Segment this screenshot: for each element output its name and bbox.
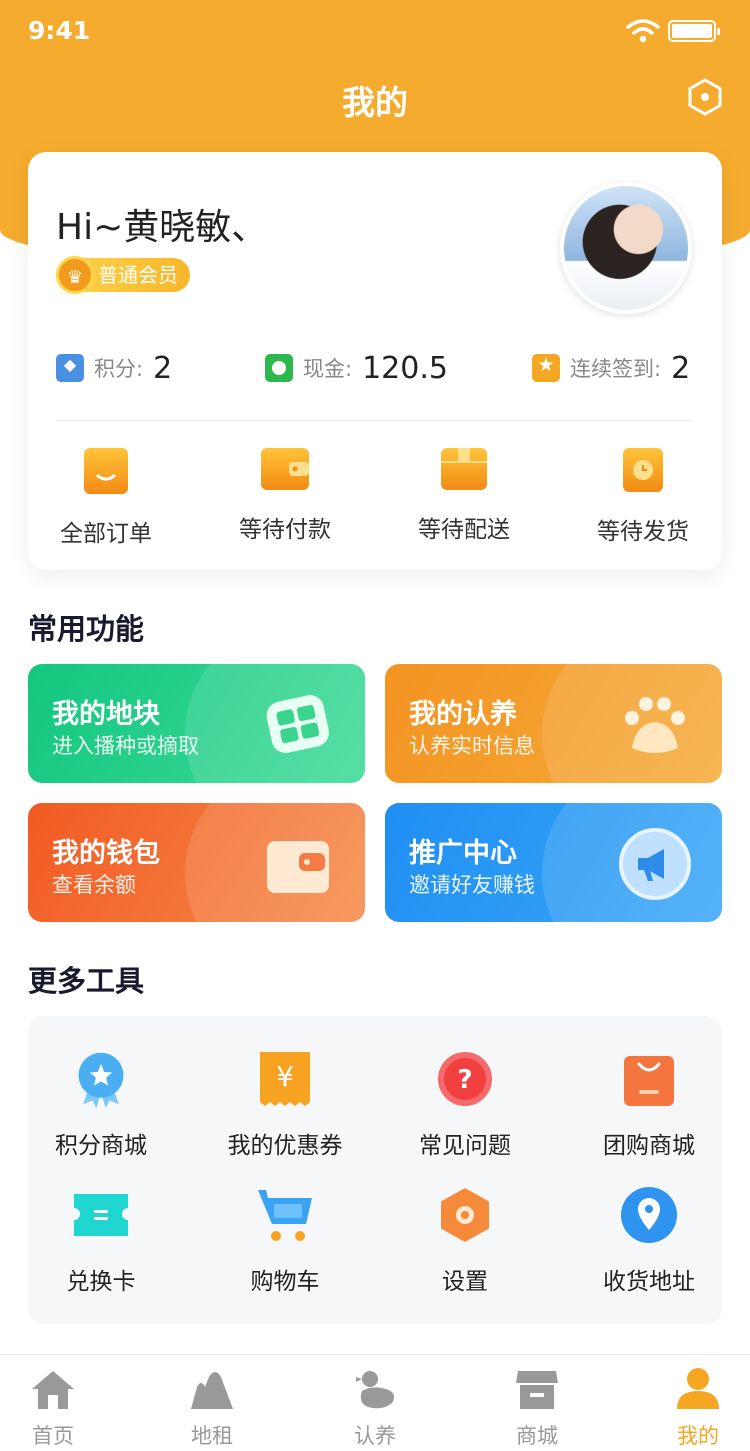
member-level-label: 普通会员	[98, 263, 178, 287]
svg-text:¥: ¥	[276, 1060, 294, 1093]
plot-grid-icon	[266, 695, 329, 753]
home-icon	[32, 1371, 74, 1409]
tool-label: 收货地址	[603, 1269, 695, 1295]
shopping-bag-icon	[624, 1056, 674, 1106]
card-my-plot[interactable]: 我的地块 进入播种或摘取	[28, 664, 365, 783]
stat-value: 120.5	[362, 350, 448, 386]
paw-icon	[625, 697, 685, 753]
order-label: 全部订单	[60, 521, 152, 547]
tab-adoption[interactable]: 认养	[300, 1367, 450, 1450]
stat-value: 2	[671, 350, 691, 386]
section-title-common: 常用功能	[28, 612, 145, 646]
star-icon	[532, 354, 560, 382]
avatar[interactable]	[560, 182, 692, 314]
order-pending-delivery[interactable]: 等待配送	[394, 448, 534, 544]
chicken-icon	[356, 1371, 394, 1409]
card-promotion-center[interactable]: 推广中心 邀请好友赚钱	[385, 803, 722, 922]
wallet-icon	[267, 841, 329, 893]
card-subtitle: 查看余额	[52, 873, 136, 897]
box-icon	[441, 448, 487, 490]
bag-icon	[84, 448, 128, 494]
tool-address[interactable]: 收货地址	[564, 1186, 734, 1296]
card-subtitle: 进入播种或摘取	[52, 734, 199, 758]
crown-icon	[56, 256, 94, 295]
location-icon	[621, 1187, 677, 1243]
order-pending-shipment[interactable]: 等待发货	[573, 448, 713, 546]
card-title: 推广中心	[409, 838, 517, 869]
order-label: 等待付款	[239, 517, 331, 543]
tab-label: 地租	[191, 1424, 233, 1448]
tool-coupons[interactable]: ¥ 我的优惠券	[200, 1050, 370, 1160]
tool-points-mall[interactable]: 积分商城	[16, 1050, 186, 1160]
tab-label: 商城	[516, 1424, 558, 1448]
tab-store[interactable]: 商城	[462, 1367, 612, 1450]
svg-text:?: ?	[457, 1065, 472, 1095]
page-title: 我的	[342, 83, 408, 122]
store-icon	[516, 1371, 558, 1409]
card-title: 我的钱包	[52, 838, 160, 869]
member-badge[interactable]: 普通会员	[56, 256, 190, 295]
coupon-icon: ¥	[260, 1052, 310, 1106]
stat-label: 连续签到:	[570, 357, 662, 381]
stat-cash[interactable]: 现金: 120.5	[265, 348, 448, 388]
tool-label: 积分商城	[55, 1133, 147, 1159]
order-label: 等待配送	[418, 517, 510, 543]
tool-group-buy[interactable]: 团购商城	[564, 1050, 734, 1160]
tab-bar: 首页 地租 认养 商城 我的	[0, 1354, 750, 1451]
clock-icon	[623, 448, 663, 492]
tool-label: 常见问题	[419, 1133, 511, 1159]
user-icon	[677, 1368, 719, 1409]
stat-points[interactable]: 积分: 2	[56, 348, 172, 388]
card-title: 我的地块	[52, 699, 160, 730]
greeting-text: Hi~黄晓敏、	[56, 207, 268, 248]
stat-label: 现金:	[303, 357, 353, 381]
medal-icon	[78, 1052, 124, 1108]
land-icon	[191, 1372, 233, 1409]
wifi-icon	[626, 19, 660, 43]
tab-label: 认养	[354, 1424, 396, 1448]
card-my-wallet[interactable]: 我的钱包 查看余额	[28, 803, 365, 922]
question-icon: ?	[438, 1052, 492, 1106]
profile-card: Hi~黄晓敏、 普通会员 积分: 2 现金: 120.5 连续签到: 2 全部订…	[28, 152, 722, 570]
tool-label: 兑换卡	[66, 1269, 136, 1295]
cash-icon	[265, 354, 293, 382]
tool-label: 设置	[442, 1269, 488, 1295]
card-my-adoption[interactable]: 我的认养 认养实时信息	[385, 664, 722, 783]
card-subtitle: 认养实时信息	[409, 734, 535, 758]
settings-hex-icon[interactable]	[686, 78, 724, 116]
status-bar: 9:41	[0, 0, 750, 62]
card-title: 我的认养	[409, 699, 517, 730]
order-pending-payment[interactable]: 等待付款	[215, 448, 355, 544]
tool-label: 团购商城	[603, 1133, 695, 1159]
diamond-icon	[56, 354, 84, 382]
tool-settings[interactable]: 设置	[380, 1186, 550, 1296]
tool-label: 我的优惠券	[227, 1133, 343, 1159]
tab-land[interactable]: 地租	[137, 1367, 287, 1450]
tool-cart[interactable]: 购物车	[200, 1186, 370, 1296]
tab-label: 我的	[677, 1424, 719, 1448]
tool-exchange-card[interactable]: 兑换卡	[16, 1186, 186, 1296]
tab-home[interactable]: 首页	[0, 1367, 128, 1450]
ticket-icon	[74, 1194, 128, 1236]
stat-value: 2	[153, 350, 173, 386]
cart-icon	[258, 1190, 312, 1241]
divider	[56, 420, 692, 421]
tool-label: 购物车	[250, 1269, 320, 1295]
tab-label: 首页	[32, 1424, 74, 1448]
tool-faq[interactable]: ? 常见问题	[380, 1050, 550, 1160]
card-subtitle: 邀请好友赚钱	[409, 873, 535, 897]
tab-mine[interactable]: 我的	[623, 1367, 750, 1450]
status-time: 9:41	[28, 16, 91, 45]
section-title-tools: 更多工具	[28, 964, 145, 998]
settings-icon	[441, 1188, 489, 1242]
tools-panel: 积分商城 ¥ 我的优惠券 ? 常见问题 团购商城 兑换卡 购物车 设置 收货地址	[28, 1016, 722, 1324]
order-all[interactable]: 全部订单	[36, 448, 176, 548]
order-label: 等待发货	[597, 519, 689, 545]
wallet-icon	[261, 448, 309, 490]
stat-label: 积分:	[94, 357, 144, 381]
stat-checkin[interactable]: 连续签到: 2	[532, 348, 690, 388]
battery-icon	[668, 20, 720, 42]
megaphone-icon	[619, 828, 691, 900]
